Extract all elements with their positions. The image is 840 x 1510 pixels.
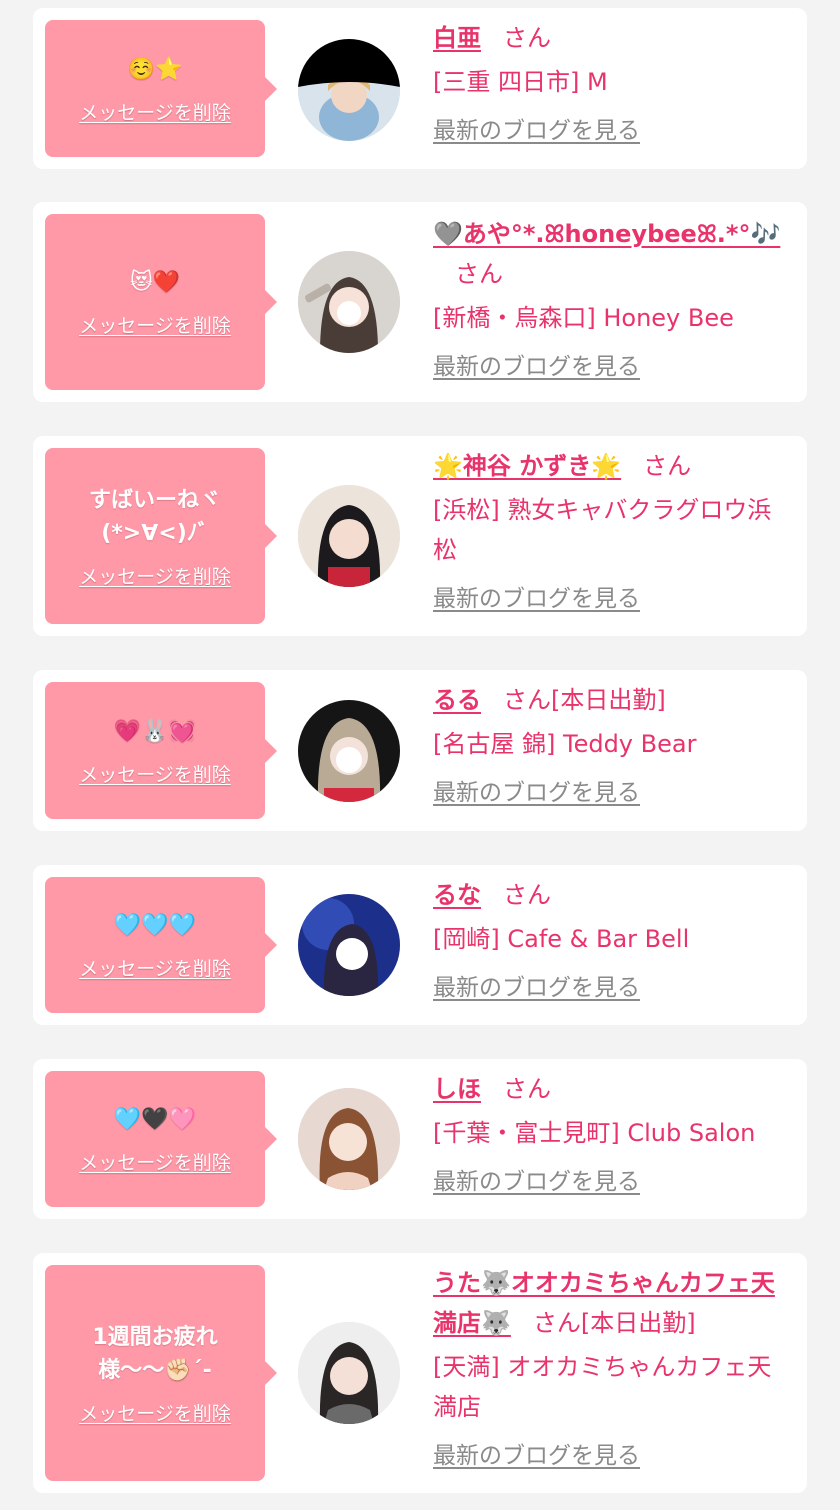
- latest-blog-link[interactable]: 最新のブログを見る: [433, 1167, 640, 1197]
- honorific: さん: [503, 24, 551, 52]
- delete-message-link[interactable]: メッセージを削除: [79, 98, 231, 125]
- name-line: 🩶あや°*.ꕤhoneybeeꕤ.*°🎶 さん: [433, 214, 795, 294]
- message-bubble: 😻❤️ メッセージを削除: [45, 214, 277, 390]
- delete-message-link[interactable]: メッセージを削除: [79, 1148, 231, 1175]
- message-text: ☺️⭐: [127, 56, 183, 82]
- honorific: さん: [455, 260, 503, 288]
- avatar[interactable]: [298, 485, 400, 587]
- delete-message-link[interactable]: メッセージを削除: [79, 311, 231, 338]
- name-line: 🌟神谷 かずき🌟 さん: [433, 446, 795, 486]
- cast-name-link[interactable]: 🩶あや°*.ꕤhoneybeeꕤ.*°🎶: [433, 220, 780, 248]
- avatar-image: [298, 700, 400, 802]
- message-card: 🩵🖤🩷 メッセージを削除 しほ さん [千葉・富士見町] Club Salon 最…: [33, 1059, 807, 1219]
- message-card: ☺️⭐ メッセージを削除 白亜 さん [三重 四日市] M 最新のブログを見る: [33, 8, 807, 169]
- name-line: うた🐺オオカミちゃんカフェ天満店🐺 さん[本日出勤]: [433, 1263, 795, 1343]
- cast-name-link[interactable]: 🌟神谷 かずき🌟: [433, 452, 621, 480]
- cast-name-link[interactable]: 白亜: [433, 24, 481, 52]
- message-bubble: 💗🐰💓 メッセージを削除: [45, 682, 277, 819]
- avatar-image: [298, 1088, 400, 1190]
- shop-name: [天満] オオカミちゃんカフェ天満店: [433, 1353, 772, 1421]
- message-text: 1週間お疲れ 様〜〜✊🏻´-: [92, 1324, 218, 1383]
- avatar[interactable]: [298, 894, 400, 996]
- message-card: 😻❤️ メッセージを削除 🩶あや°*.ꕤhoneybeeꕤ.*°🎶 さん [新橋・…: [33, 202, 807, 402]
- message-bubble: 🩵🩵🩵 メッセージを削除: [45, 877, 277, 1013]
- message-bubble: すばいーねヾ (*>∀<)ﾉﾞ メッセージを削除: [45, 448, 277, 624]
- avatar-image: [298, 251, 400, 353]
- shop-name: [千葉・富士見町] Club Salon: [433, 1119, 756, 1147]
- latest-blog-link[interactable]: 最新のブログを見る: [433, 352, 640, 382]
- cast-info: しほ さん [千葉・富士見町] Club Salon 最新のブログを見る: [433, 1069, 795, 1197]
- honorific: さん: [503, 686, 551, 714]
- cast-info: うた🐺オオカミちゃんカフェ天満店🐺 さん[本日出勤] [天満] オオカミちゃんカフ…: [433, 1263, 795, 1471]
- delete-message-link[interactable]: メッセージを削除: [79, 954, 231, 981]
- message-bubble: 1週間お疲れ 様〜〜✊🏻´- メッセージを削除: [45, 1265, 277, 1481]
- avatar[interactable]: [298, 251, 400, 353]
- honorific: さん: [532, 1309, 581, 1337]
- cast-info: 🌟神谷 かずき🌟 さん [浜松] 熟女キャバクラグロウ浜松 最新のブログを見る: [433, 446, 795, 614]
- message-text: 💗🐰💓: [113, 718, 197, 744]
- honorific: さん: [643, 452, 692, 480]
- name-line: るな さん: [433, 875, 795, 915]
- message-text: 🩵🖤🩷: [113, 1107, 197, 1132]
- latest-blog-link[interactable]: 最新のブログを見る: [433, 116, 640, 146]
- status-tag: [本日出勤]: [551, 686, 666, 714]
- cast-info: るな さん [岡崎] Cafe & Bar Bell 最新のブログを見る: [433, 875, 795, 1003]
- message-list: ☺️⭐ メッセージを削除 白亜 さん [三重 四日市] M 最新のブログを見る 😻…: [0, 0, 840, 1510]
- avatar-image: [298, 39, 400, 141]
- cast-name-link[interactable]: るる: [433, 686, 481, 714]
- shop-name: [浜松] 熟女キャバクラグロウ浜松: [433, 496, 772, 564]
- latest-blog-link[interactable]: 最新のブログを見る: [433, 778, 640, 808]
- shop-name: [三重 四日市] M: [433, 68, 608, 96]
- avatar[interactable]: [298, 700, 400, 802]
- delete-message-link[interactable]: メッセージを削除: [79, 562, 231, 589]
- cast-info: 🩶あや°*.ꕤhoneybeeꕤ.*°🎶 さん [新橋・烏森口] Honey Be…: [433, 214, 795, 382]
- cast-name-link[interactable]: るな: [433, 881, 481, 909]
- name-line: しほ さん: [433, 1069, 795, 1109]
- shop-name: [名古屋 錦] Teddy Bear: [433, 730, 697, 758]
- message-card: 1週間お疲れ 様〜〜✊🏻´- メッセージを削除 うた🐺オオカミちゃんカフェ天満店…: [33, 1253, 807, 1493]
- latest-blog-link[interactable]: 最新のブログを見る: [433, 584, 640, 614]
- avatar-image: [298, 894, 400, 996]
- cast-info: るる さん[本日出勤] [名古屋 錦] Teddy Bear 最新のブログを見る: [433, 680, 795, 808]
- message-bubble: 🩵🖤🩷 メッセージを削除: [45, 1071, 277, 1207]
- shop-name: [岡崎] Cafe & Bar Bell: [433, 925, 690, 953]
- avatar[interactable]: [298, 39, 400, 141]
- latest-blog-link[interactable]: 最新のブログを見る: [433, 973, 640, 1003]
- message-text: 😻❤️: [129, 270, 181, 295]
- message-bubble: ☺️⭐ メッセージを削除: [45, 20, 277, 157]
- cast-info: 白亜 さん [三重 四日市] M 最新のブログを見る: [433, 18, 795, 146]
- message-text: すばいーねヾ (*>∀<)ﾉﾞ: [88, 487, 221, 546]
- latest-blog-link[interactable]: 最新のブログを見る: [433, 1441, 640, 1471]
- delete-message-link[interactable]: メッセージを削除: [79, 1399, 231, 1426]
- message-card: 🩵🩵🩵 メッセージを削除 るな さん [岡崎] Cafe & Bar Bell 最…: [33, 865, 807, 1025]
- cast-name-link[interactable]: しほ: [433, 1075, 481, 1103]
- honorific: さん: [503, 881, 551, 909]
- delete-message-link[interactable]: メッセージを削除: [79, 760, 231, 787]
- message-card: 💗🐰💓 メッセージを削除 るる さん[本日出勤] [名古屋 錦] Teddy Be…: [33, 670, 807, 831]
- name-line: るる さん[本日出勤]: [433, 680, 795, 720]
- avatar-image: [298, 485, 400, 587]
- name-line: 白亜 さん: [433, 18, 795, 58]
- status-tag: [本日出勤]: [580, 1309, 696, 1337]
- avatar-image: [298, 1322, 400, 1424]
- message-card: すばいーねヾ (*>∀<)ﾉﾞ メッセージを削除 🌟神谷 かずき🌟 さん [浜松]…: [33, 436, 807, 636]
- message-text: 🩵🩵🩵: [113, 913, 197, 938]
- shop-name: [新橋・烏森口] Honey Bee: [433, 304, 734, 332]
- honorific: さん: [503, 1075, 551, 1103]
- avatar[interactable]: [298, 1322, 400, 1424]
- avatar[interactable]: [298, 1088, 400, 1190]
